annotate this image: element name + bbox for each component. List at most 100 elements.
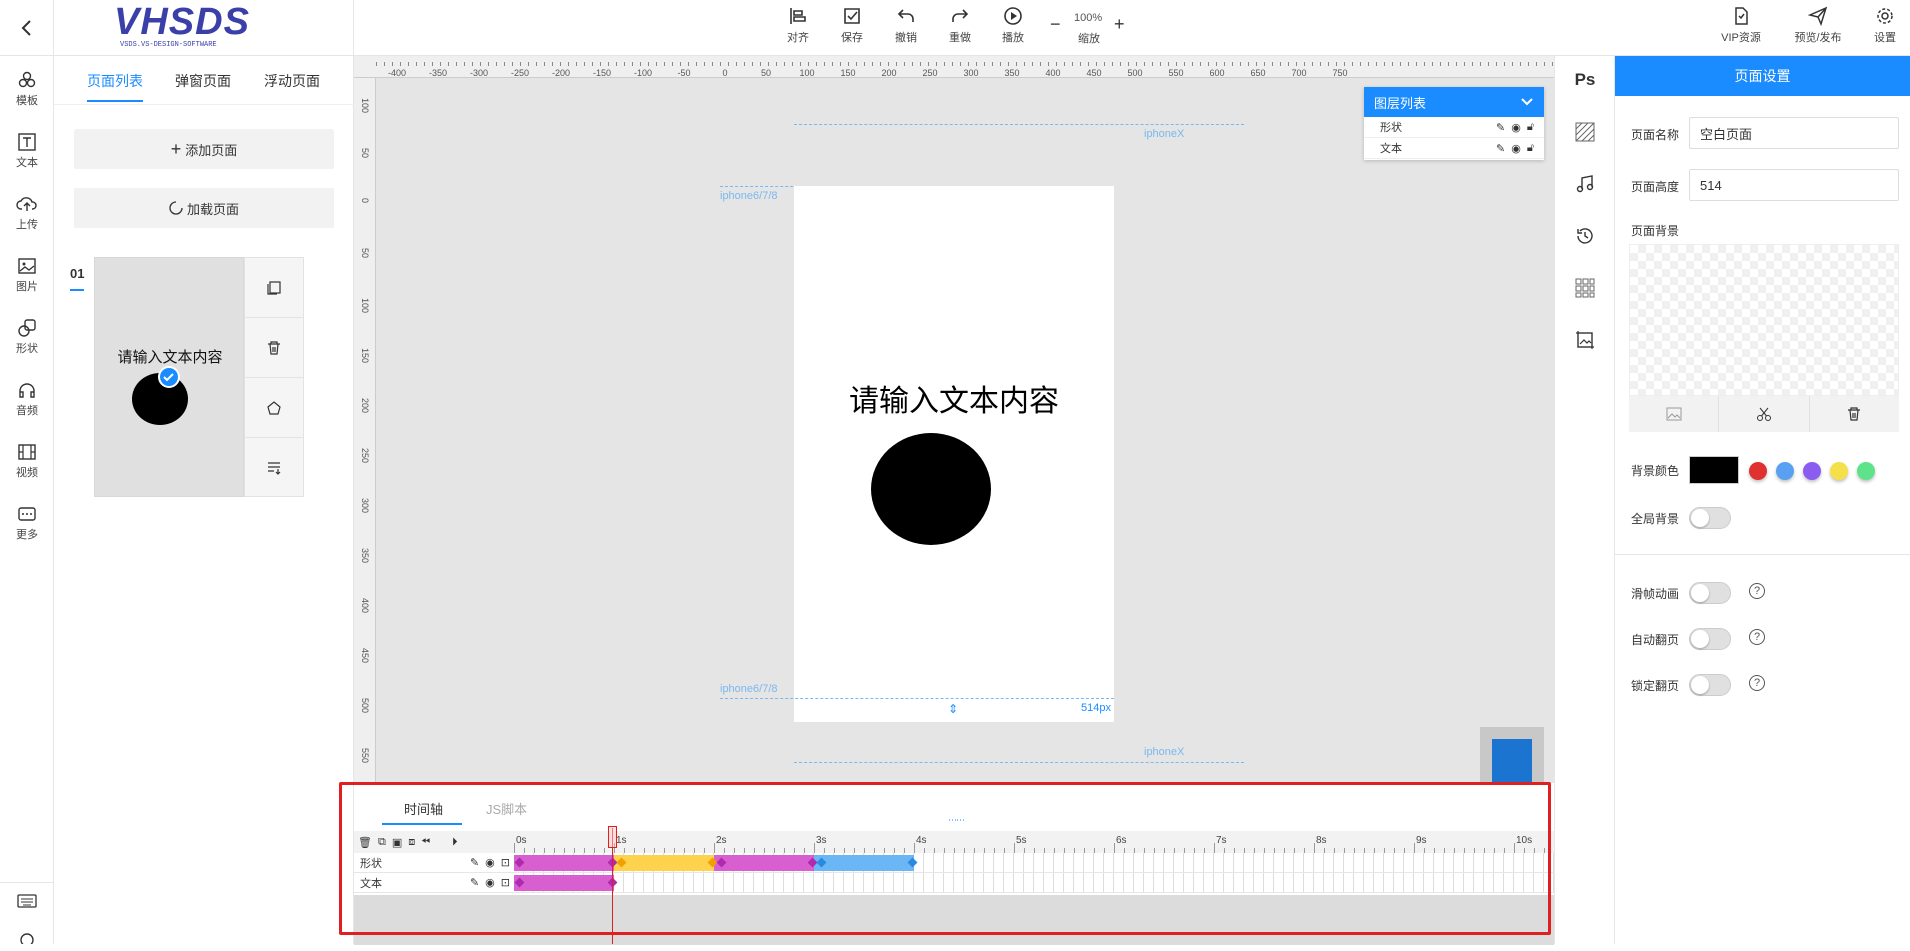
anim-segment[interactable] [614, 855, 714, 871]
crop-image-button[interactable] [1719, 396, 1810, 432]
color-preset-green[interactable] [1857, 462, 1875, 480]
timeline-ruler: 0s 1s 2s 3s 4s 5s 6s 7s 8s 9s 10s [514, 831, 1554, 853]
delete-bg-button[interactable] [1810, 396, 1899, 432]
lock-icon[interactable]: 🔓︎ [1527, 142, 1534, 155]
rail-images[interactable]: 图片 [0, 256, 54, 294]
rail-text[interactable]: 文本 [0, 132, 54, 170]
copy-icon[interactable]: ⧉ [378, 836, 386, 849]
help-icon[interactable]: ? [1749, 583, 1765, 599]
redo-button[interactable]: 重做 [935, 6, 985, 45]
anim-segment[interactable] [514, 875, 614, 891]
eye-icon[interactable]: ◉ [485, 876, 495, 889]
trash-icon [1848, 407, 1861, 421]
track-label-row[interactable]: 文本 ✎ ◉ ⊡ [354, 873, 514, 893]
page-height-input[interactable] [1689, 169, 1899, 201]
lock-icon[interactable]: ⊡ [501, 876, 510, 889]
eye-icon[interactable]: ◉ [1511, 142, 1521, 155]
global-bg-toggle[interactable] [1689, 507, 1731, 529]
tab-popup-pages[interactable]: 弹窗页面 [175, 71, 231, 91]
crop-icon[interactable]: ⧈ [408, 836, 415, 849]
help-icon[interactable]: ? [1749, 675, 1765, 691]
photoshop-import-button[interactable]: Ps [1555, 70, 1615, 90]
rail-video[interactable]: 视频 [0, 442, 54, 480]
vip-resources-button[interactable]: VIP资源 [1716, 6, 1766, 45]
tab-floating-pages[interactable]: 浮动页面 [264, 71, 320, 91]
lock-icon[interactable]: 🔓︎ [1527, 121, 1534, 134]
zoom-out-button[interactable]: − [1050, 14, 1061, 35]
set-home-page-button[interactable] [245, 378, 303, 438]
trash-icon[interactable]: 🗑︎ [358, 836, 372, 849]
layer-row[interactable]: 形状 ✎ ◉ 🔓︎ [1364, 117, 1544, 138]
eye-icon[interactable]: ◉ [1511, 121, 1521, 134]
page-text-element[interactable]: 请输入文本内容 [794, 376, 1114, 420]
resize-handle-icon[interactable]: ⇕ [948, 702, 958, 716]
tab-js-script[interactable]: JS脚本 [486, 799, 527, 818]
page-circle-shape[interactable] [871, 433, 991, 545]
history-icon [1577, 228, 1593, 244]
lock-icon[interactable]: ⊡ [501, 856, 510, 869]
color-preset-red[interactable] [1749, 462, 1767, 480]
ruler-tick [464, 62, 465, 66]
anim-segment[interactable] [714, 855, 814, 871]
play-button[interactable]: 播放 [988, 6, 1038, 45]
replace-image-button[interactable] [1629, 396, 1720, 432]
tab-page-list[interactable]: 页面列表 [87, 71, 143, 91]
eye-icon[interactable]: ◉ [485, 856, 495, 869]
rail-templates[interactable]: 模板 [0, 70, 54, 108]
save-button[interactable]: 保存 [827, 6, 877, 45]
rail-more[interactable]: 更多 [0, 504, 54, 542]
zoom-in-button[interactable]: + [1114, 14, 1125, 35]
color-preset-yellow[interactable] [1830, 462, 1848, 480]
rail-upload[interactable]: 上传 [0, 194, 54, 232]
help-icon[interactable]: ? [1749, 629, 1765, 645]
rail-audio[interactable]: 音频 [0, 380, 54, 418]
texture-button[interactable] [1555, 122, 1615, 142]
timeline-track-shape[interactable] [514, 853, 1554, 873]
settings-button[interactable]: 设置 [1862, 6, 1908, 45]
lock-flip-toggle[interactable] [1689, 674, 1731, 696]
edit-icon[interactable]: ✎ [470, 876, 479, 889]
play-icon[interactable]: ⏵︎ [452, 836, 458, 849]
layer-list-header[interactable]: 图层列表 [1364, 87, 1544, 117]
layer-row[interactable]: 文本 ✎ ◉ 🔓︎ [1364, 138, 1544, 159]
timeline-track-text[interactable] [514, 873, 1554, 893]
publish-button[interactable]: 预览/发布 [1788, 6, 1848, 45]
music-button[interactable] [1555, 174, 1615, 194]
image-crop-button[interactable] [1555, 330, 1615, 350]
timeline-second-label: 5s [1016, 835, 1027, 846]
tab-timeline[interactable]: 时间轴 [404, 799, 443, 818]
page-transfer-button[interactable] [245, 438, 303, 498]
page-canvas[interactable]: 请输入文本内容 [794, 186, 1114, 722]
keyboard-shortcuts-button[interactable] [0, 894, 54, 910]
drag-handle-icon[interactable]: ⋯⋯ [948, 815, 965, 826]
anim-segment[interactable] [514, 855, 614, 871]
bg-color-picker[interactable] [1689, 456, 1739, 484]
copy-page-button[interactable] [245, 258, 303, 318]
select-icon[interactable]: ▣ [392, 836, 402, 849]
color-preset-blue[interactable] [1776, 462, 1794, 480]
playhead-handle[interactable] [608, 826, 617, 848]
align-button[interactable]: 对齐 [773, 6, 823, 45]
undo-button[interactable]: 撤销 [881, 6, 931, 45]
align-icon [790, 8, 806, 24]
load-page-button[interactable]: 加载页面 [74, 188, 334, 228]
rewind-icon[interactable]: ⏪︎ [421, 836, 430, 849]
history-button[interactable] [1555, 226, 1615, 246]
edit-icon[interactable]: ✎ [1496, 121, 1505, 134]
grid-button[interactable] [1555, 278, 1615, 298]
color-preset-purple[interactable] [1803, 462, 1821, 480]
edit-icon[interactable]: ✎ [470, 856, 479, 869]
auto-flip-toggle[interactable] [1689, 628, 1731, 650]
page-thumbnail[interactable]: 请输入文本内容 [94, 257, 244, 497]
track-label-row[interactable]: 形状 ✎ ◉ ⊡ [354, 853, 514, 873]
edit-icon[interactable]: ✎ [1496, 142, 1505, 155]
rail-shapes[interactable]: 形状 [0, 318, 54, 356]
add-page-button[interactable]: + 添加页面 [74, 129, 334, 169]
background-image-dropzone[interactable] [1629, 244, 1899, 396]
back-button[interactable] [0, 0, 54, 56]
anim-segment[interactable] [814, 855, 914, 871]
ruler-tick-label: 400 [1045, 68, 1061, 78]
slide-anim-toggle[interactable] [1689, 582, 1731, 604]
page-name-input[interactable] [1689, 117, 1899, 149]
delete-page-button[interactable] [245, 318, 303, 378]
